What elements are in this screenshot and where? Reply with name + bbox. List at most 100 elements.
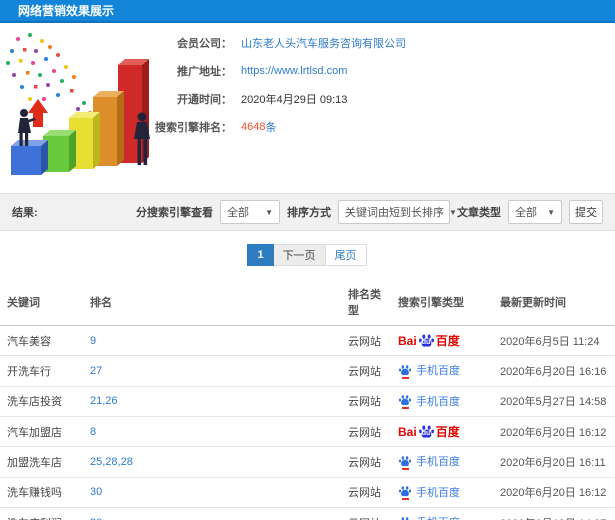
sort-selected: 关键词由短到长排序 [345,207,444,219]
rank-count-suffix: 条 [265,121,277,134]
mobile-baidu-paw-icon [398,364,412,379]
results-table: 关键词 排名 排名类型 搜索引擎类型 最新更新时间 汽车美容 9 云网站 Bai… [0,278,615,520]
rank-cell: 30 [85,477,343,508]
updated-cell: 2020年6月20日 16:12 [495,416,615,447]
baidu-bai-text: Bai [398,333,417,348]
baidu-pc-logo: Bai du 百度 [398,332,460,349]
keyword-cell: 加盟洗车店 [0,446,85,478]
updated-cell: 2020年6月20日 16:16 [495,355,615,387]
info-row-rank-count: 搜索引擎排名： 4648 条 [148,117,406,136]
mobile-baidu-paw-icon [398,485,412,500]
baidu-cn-text: 百度 [435,425,460,439]
updated-cell: 2020年6月5日 11:24 [495,325,615,356]
filter-bar: 结果: 分搜索引擎查看 全部 ▼ 排序方式 关键词由短到长排序 ▼ 文章类型 全… [0,193,615,231]
baidu-paw-icon: du [418,424,435,440]
next-page-button[interactable]: 下一页 [272,244,326,266]
rank-link[interactable]: 30 [90,486,102,498]
mobile-baidu-paw-icon [398,516,412,520]
article-type-selected: 全部 [515,207,537,219]
updated-cell: 2020年6月20日 16:11 [495,446,615,478]
baidu-du-text: du [421,338,431,346]
keyword-cell: 洗车店利润 [0,507,85,520]
rank-link[interactable]: 8 [90,426,96,438]
keyword-cell: 汽车加盟店 [0,416,85,447]
engine-view-label: 分搜索引擎查看 [136,207,213,219]
company-name-link[interactable]: 山东老人头汽车服务咨询有限公司 [241,35,406,51]
titlebar: 网络营销效果展示 [0,0,615,23]
rank-cell: 27 [85,355,343,387]
engine-cell: Bai du 百度 [393,416,495,447]
col-updated: 最新更新时间 [495,278,615,326]
mobile-baidu-label: 手机百度 [416,456,460,468]
page-title: 网络营销效果展示 [18,4,115,18]
table-row: 汽车加盟店 8 云网站 Bai du 百度 2020年6月20日 16:12 [0,416,615,447]
article-type-label: 文章类型 [457,207,501,219]
baidu-pc-logo: Bai du 百度 [398,423,460,440]
engine-cell: 手机百度 [393,386,495,417]
col-engine-type: 搜索引擎类型 [393,278,495,326]
rank-cell: 9 [85,325,343,356]
baidu-mobile-logo: 手机百度 [398,393,460,409]
col-keyword: 关键词 [0,278,85,326]
rank-type-cell: 云网站 [343,507,393,520]
chevron-down-icon: ▼ [265,207,273,217]
baidu-mobile-logo: 手机百度 [398,484,460,500]
engine-cell: Bai du 百度 [393,325,495,356]
table-row: 汽车美容 9 云网站 Bai du 百度 2020年6月5日 11:24 [0,325,615,356]
company-info: 会员公司： 山东老人头汽车服务咨询有限公司 推广地址： https://www.… [148,33,406,145]
info-row-url: 推广地址： https://www.lrtlsd.com [148,61,406,80]
up-arrow-icon [28,99,48,127]
baidu-mobile-logo: 手机百度 [398,514,460,520]
chevron-down-icon: ▼ [547,207,555,217]
promo-url-label: 推广地址： [177,65,232,78]
rank-type-cell: 云网站 [343,386,393,417]
mobile-baidu-paw-icon [398,455,412,470]
rank-type-cell: 云网站 [343,355,393,387]
updated-cell: 2020年5月27日 14:58 [495,386,615,417]
rank-type-cell: 云网站 [343,477,393,508]
baidu-bai-text: Bai [398,424,417,439]
confetti-dots [6,33,92,121]
rank-cell: 21,26 [85,386,343,417]
table-row: 洗车店投资 21,26 云网站 手机百度 2020年5月27日 14:58 [0,386,615,417]
keyword-cell: 洗车店投资 [0,386,85,417]
bar-blue [11,140,48,175]
open-time-label: 开通时间： [177,93,232,106]
page-1-button[interactable]: 1 [247,244,274,266]
engine-view-select[interactable]: 全部 ▼ [220,200,280,224]
rank-link[interactable]: 9 [90,335,96,347]
top-section: 会员公司： 山东老人头汽车服务咨询有限公司 推广地址： https://www.… [0,23,615,193]
company-label: 会员公司： [177,37,232,50]
last-page-button[interactable]: 尾页 [324,244,367,266]
rank-link[interactable]: 21,26 [90,395,118,407]
mobile-baidu-label: 手机百度 [416,486,460,499]
rank-type-cell: 云网站 [343,325,393,356]
rank-link[interactable]: 27 [90,365,102,377]
rank-cell: 8 [85,416,343,447]
rank-link[interactable]: 25,28,28 [90,456,133,468]
open-time-value: 2020年4月29日 09:13 [241,93,348,106]
chevron-down-icon: ▼ [449,207,457,217]
rank-type-cell: 云网站 [343,416,393,447]
engine-cell: 手机百度 [393,446,495,478]
mobile-baidu-paw-icon [398,394,412,409]
sort-select[interactable]: 关键词由短到长排序 ▼ [338,200,457,224]
baidu-mobile-logo: 手机百度 [398,362,460,379]
table-row: 洗车赚钱吗 30 云网站 手机百度 2020年6月20日 16:12 [0,477,615,508]
engine-cell: 手机百度 [393,355,495,387]
engine-cell: 手机百度 [393,507,495,520]
mobile-baidu-label: 手机百度 [416,514,460,520]
result-label: 结果: [12,207,38,219]
rank-count-label: 搜索引擎排名： [155,121,232,134]
filter-controls: 分搜索引擎查看 全部 ▼ 排序方式 关键词由短到长排序 ▼ 文章类型 全部 ▼ … [136,200,603,224]
promo-url-link[interactable]: https://www.lrtlsd.com [241,65,347,77]
engine-cell: 手机百度 [393,477,495,508]
table-header-row: 关键词 排名 排名类型 搜索引擎类型 最新更新时间 [0,278,615,326]
mobile-baidu-label: 手机百度 [416,395,460,408]
table-row: 洗车店利润 30 云网站 手机百度 2020年6月18日 14:27 [0,507,615,520]
table-row: 加盟洗车店 25,28,28 云网站 手机百度 2020年6月20日 16:11 [0,446,615,478]
updated-cell: 2020年6月18日 14:27 [495,507,615,520]
baidu-du-text: du [421,429,431,437]
article-type-select[interactable]: 全部 ▼ [508,200,562,224]
submit-button[interactable]: 提交 [569,200,603,224]
